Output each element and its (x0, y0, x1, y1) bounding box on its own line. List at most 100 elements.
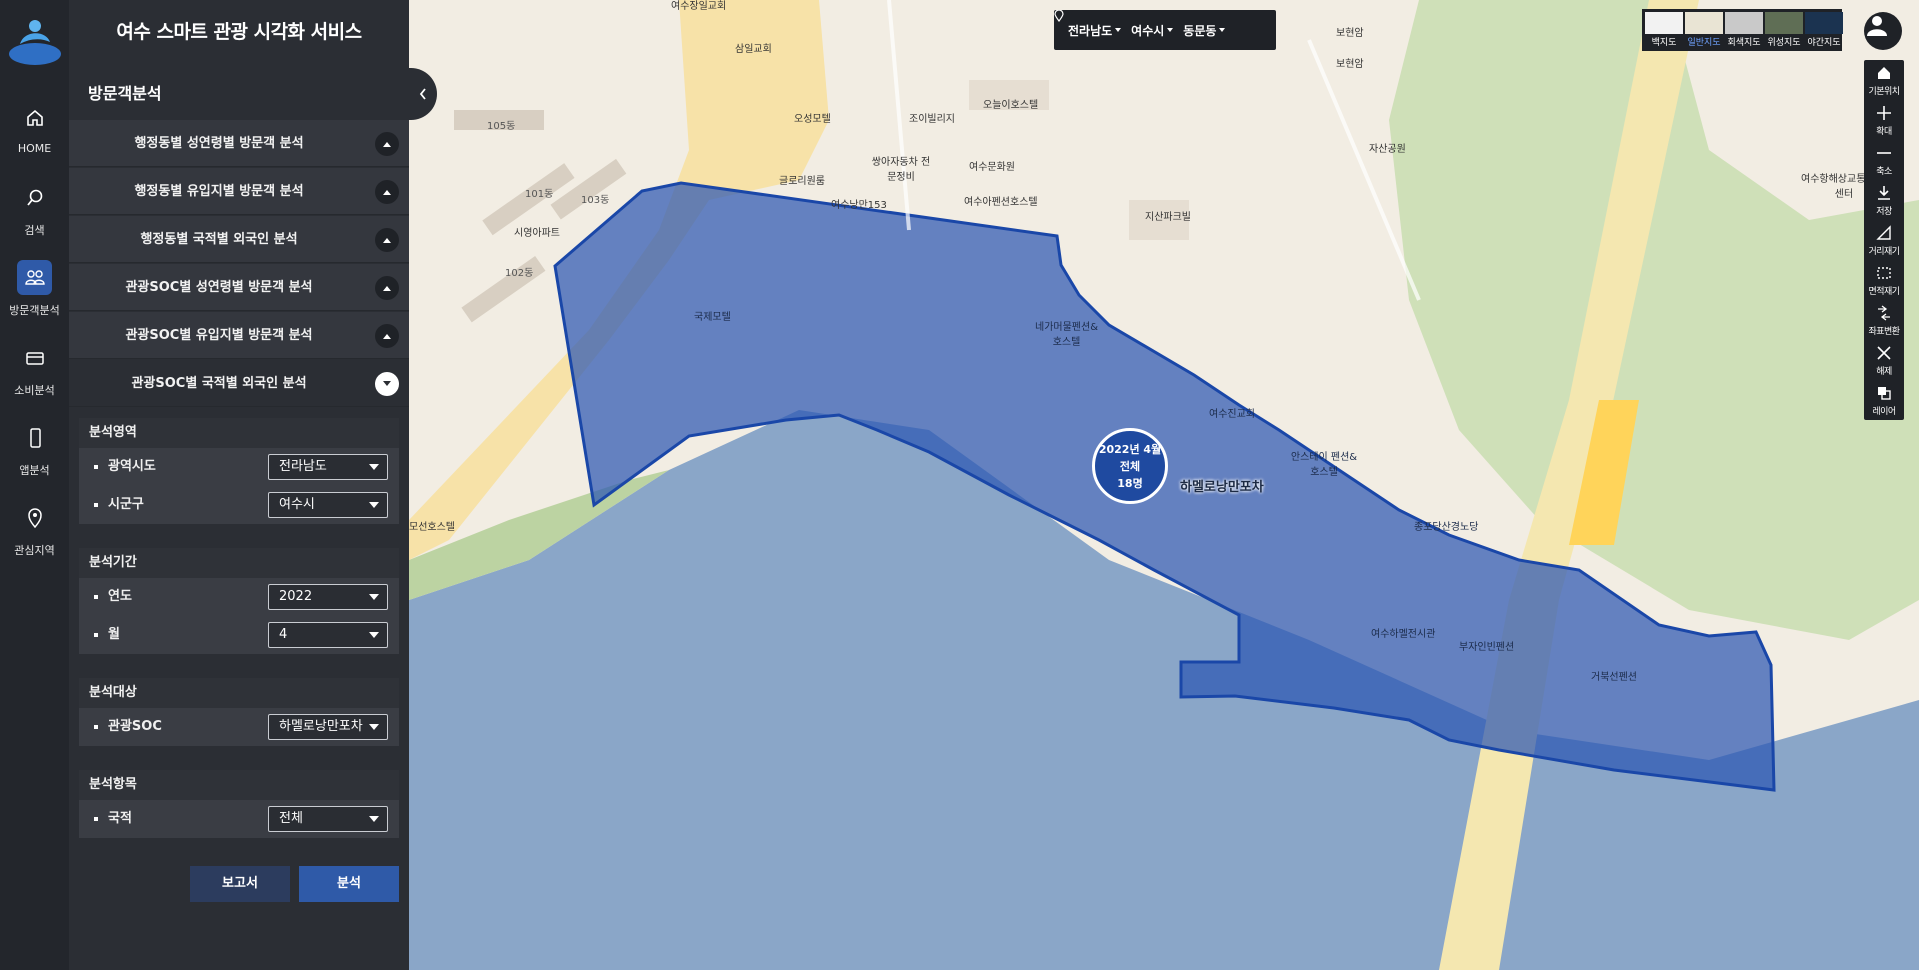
night-map-thumbnail-icon (1805, 12, 1843, 34)
region-province: 전라남도 (1068, 23, 1113, 38)
app-title: 여수 스마트 관광 시각화 서비스 (116, 21, 362, 43)
bullet (94, 725, 98, 729)
chevron-up-icon[interactable] (375, 228, 399, 252)
map-place-label: 103동 (581, 195, 610, 206)
location-pin-icon (1054, 10, 1064, 22)
blank-map-thumbnail-icon (1645, 12, 1683, 34)
icon-rail: HOME 검색 방문객분석 소비분석 앱분석 관심지역 (0, 0, 69, 970)
map-type-gray[interactable]: 회색지도 (1725, 12, 1763, 48)
province-select[interactable]: 전라남도 (268, 454, 388, 480)
year-select[interactable]: 2022 (268, 584, 388, 610)
map-place-label: 여수진교회 (1209, 409, 1255, 420)
user-icon (1867, 16, 1887, 36)
accordion-soc-age-gender[interactable]: 관광SOC별 성연령별 방문객 분석 (69, 264, 409, 311)
accordion-soc-nationality[interactable]: 관광SOC별 국적별 외국인 분석 (69, 360, 409, 407)
tool-label: 축소 (1876, 167, 1892, 177)
user-avatar[interactable] (1864, 12, 1902, 50)
accordion-dong-nationality[interactable]: 행정동별 국적별 외국인 분석 (69, 216, 409, 263)
rail-home[interactable]: HOME (0, 100, 69, 178)
map-place-label: 부자인빈펜션 (1459, 642, 1515, 653)
map-place-label: 자산공원 (1369, 144, 1406, 155)
map-place-label: 여수아펜션호스텔 (964, 197, 1038, 208)
chevron-up-icon[interactable] (375, 276, 399, 300)
tool-zoom-out[interactable]: 축소 (1864, 140, 1904, 180)
rail-label: 방문객분석 (9, 304, 60, 317)
rail-interest-area[interactable]: 관심지역 (0, 500, 69, 578)
layers-icon (1878, 387, 1891, 400)
nation-select[interactable]: 전체 (268, 806, 388, 832)
rail-visitor-analysis[interactable]: 방문객분석 (0, 260, 69, 338)
nation-label: 국적 (108, 811, 132, 826)
region-province-dropdown[interactable]: 전라남도 (1068, 22, 1122, 39)
city-select[interactable]: 여수시 (268, 492, 388, 518)
caret-down-icon (1167, 28, 1174, 32)
soc-select[interactable]: 하멜로낭만포차 (268, 714, 388, 740)
section-title: 방문객분석 (88, 84, 162, 103)
chevron-up-icon[interactable] (375, 324, 399, 348)
general-map-thumbnail-icon (1685, 12, 1723, 34)
map-place-label: 보현암 (1336, 59, 1364, 70)
download-icon (1878, 186, 1890, 200)
caret-down-icon (1219, 28, 1226, 32)
month-value: 4 (279, 627, 288, 642)
map-place-label: 보현암 (1336, 28, 1364, 39)
map-type-general[interactable]: 일반지도 (1685, 12, 1723, 48)
tool-layer[interactable]: 레이어 (1864, 380, 1904, 420)
region-dong-dropdown[interactable]: 동문동 (1183, 22, 1226, 39)
map-type-switcher: 백지도 일반지도 회색지도 위성지도 야간지도 (1642, 9, 1843, 51)
rail-label: 검색 (24, 224, 45, 237)
marker-place-label: 하멜로낭만포차 (1180, 480, 1264, 495)
tool-measure-distance[interactable]: 거리재기 (1864, 220, 1904, 260)
rail-consumption[interactable]: 소비분석 (0, 340, 69, 418)
chevron-left-icon (419, 88, 426, 100)
location-pin-icon (17, 500, 52, 535)
region-selector: 전라남도 여수시 동문동 (1054, 10, 1276, 50)
phone-icon (17, 420, 52, 455)
map-type-night[interactable]: 야간지도 (1805, 12, 1843, 48)
map-toolbar: 기본위치 확대 축소 저장 거리재기 면적재기 좌표변환 해제 레이어 (1864, 60, 1904, 420)
year-row: 연도 2022 (79, 578, 399, 616)
chevron-up-icon[interactable] (375, 180, 399, 204)
tool-clear[interactable]: 해제 (1864, 340, 1904, 380)
tool-coordinate-convert[interactable]: 좌표변환 (1864, 300, 1904, 340)
rail-label: 앱분석 (19, 464, 50, 477)
map-type-label: 일반지도 (1687, 38, 1721, 48)
tool-save[interactable]: 저장 (1864, 180, 1904, 220)
city-value: 여수시 (279, 497, 315, 512)
tool-zoom-in[interactable]: 확대 (1864, 100, 1904, 140)
month-select[interactable]: 4 (268, 622, 388, 648)
map-type-label: 백지도 (1651, 38, 1677, 48)
map-place-label: 종포당산경노당 (1414, 522, 1479, 533)
map-place-label: 조이빌리지 (909, 114, 955, 125)
map-type-satellite[interactable]: 위성지도 (1765, 12, 1803, 48)
month-row: 월 4 (79, 616, 399, 654)
logo-icon (6, 12, 64, 68)
map-type-blank[interactable]: 백지도 (1645, 12, 1683, 48)
map-place-label: 여수장일교회 (671, 1, 727, 12)
report-button[interactable]: 보고서 (190, 866, 290, 902)
marker-nationality: 전체 (1119, 459, 1141, 473)
accordion-dong-inflow[interactable]: 행정동별 유입지별 방문객 분석 (69, 168, 409, 215)
accordion-label: 관광SOC별 유입지별 방문객 분석 (125, 328, 313, 343)
accordion-soc-inflow[interactable]: 관광SOC별 유입지별 방문객 분석 (69, 312, 409, 359)
analyze-button[interactable]: 분석 (299, 866, 399, 902)
map-view[interactable]: 여수장일교회 삼일교회 보현암 보현암 105동 오성모텔 조이빌리지 오늘이호… (409, 0, 1919, 970)
region-city-dropdown[interactable]: 여수시 (1131, 22, 1174, 39)
visitor-count-marker[interactable]: 2022년 4월 전체 18명 (1092, 428, 1168, 504)
tool-default-position[interactable]: 기본위치 (1864, 60, 1904, 100)
tool-label: 확대 (1876, 127, 1892, 137)
rail-app-analysis[interactable]: 앱분석 (0, 420, 69, 498)
accordion-dong-age-gender[interactable]: 행정동별 성연령별 방문객 분석 (69, 120, 409, 167)
chevron-down-icon[interactable] (375, 372, 399, 396)
bullet (94, 633, 98, 637)
marker-period: 2022년 4월 (1098, 442, 1162, 456)
caret-down-icon (369, 724, 379, 730)
tool-measure-area[interactable]: 면적재기 (1864, 260, 1904, 300)
map-place-label: 오늘이호스텔 (983, 100, 1039, 111)
chevron-up-icon[interactable] (375, 132, 399, 156)
group-title: 분석대상 (79, 678, 399, 708)
map-place-label: 거북선펜션 (1591, 672, 1637, 683)
tool-label: 거리재기 (1868, 247, 1900, 257)
rail-search[interactable]: 검색 (0, 180, 69, 258)
bullet (94, 595, 98, 599)
